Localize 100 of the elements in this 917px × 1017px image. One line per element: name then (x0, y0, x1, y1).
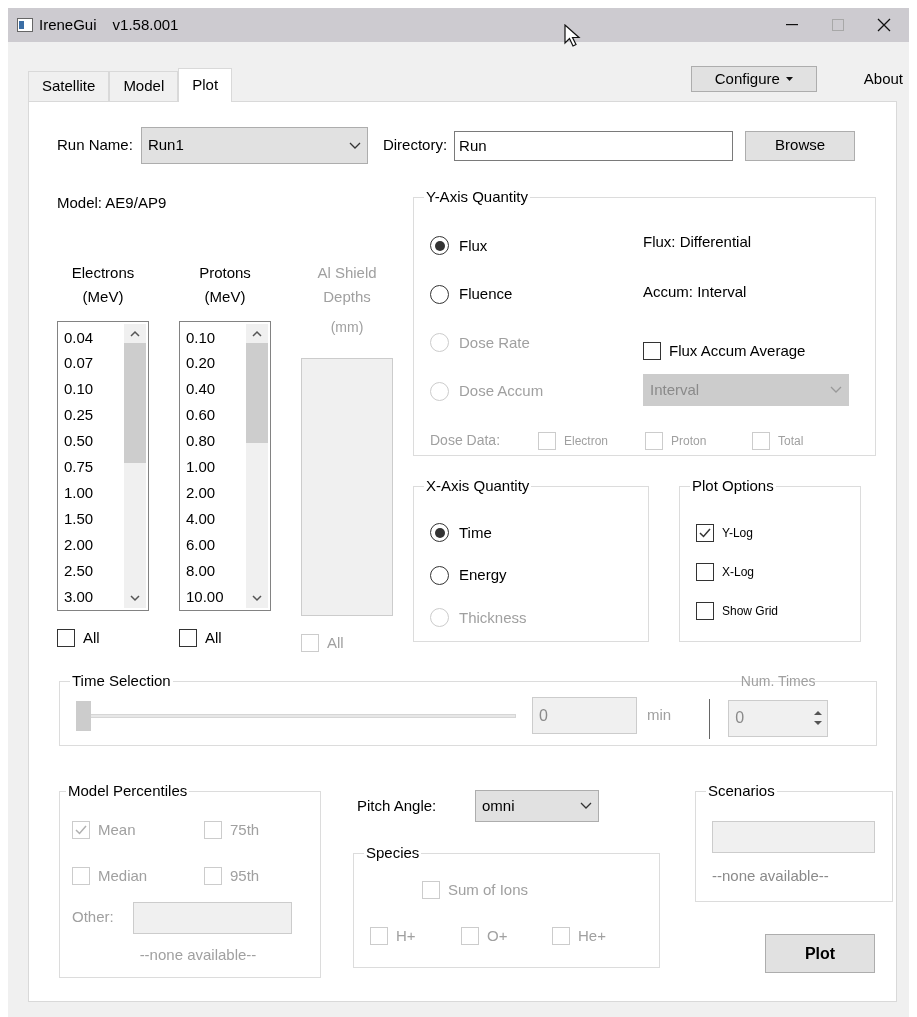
tab[interactable]: Model (109, 71, 179, 101)
list-item[interactable]: 1.50 (64, 505, 122, 532)
directory-label: Directory: (382, 135, 448, 156)
radio-label[interactable]: Energy (459, 564, 507, 587)
list-heading: Electrons (71, 262, 135, 283)
tab[interactable]: Satellite (28, 71, 110, 101)
list-item[interactable]: 2.00 (186, 479, 244, 506)
group-title: Model Percentiles (67, 781, 189, 801)
radio-button[interactable] (430, 565, 449, 585)
version-label: v1.58.001 (112, 14, 179, 35)
other-label: Other: (72, 907, 115, 928)
none-available-note: --none available-- (139, 944, 257, 965)
run-name-label: Run Name: (57, 135, 133, 156)
checkbox-label[interactable]: Flux Accum Average (669, 339, 806, 362)
list-item[interactable]: 0.10 (186, 324, 244, 351)
group-title: X-Axis Quantity (425, 476, 531, 496)
checkbox-label[interactable]: Y-Log (722, 523, 753, 542)
checkbox-label[interactable]: X-Log (722, 562, 755, 581)
list-item[interactable]: 0.60 (186, 402, 244, 429)
none-available-note: --none available-- (712, 865, 830, 886)
list-item[interactable]: 0.25 (64, 402, 122, 429)
time-unit: min (647, 705, 672, 726)
maximize-icon (832, 19, 844, 31)
list-item[interactable]: 4.00 (186, 505, 244, 532)
list-item[interactable]: 6.00 (186, 531, 244, 558)
checkbox[interactable] (643, 341, 661, 360)
scrollbar[interactable] (246, 323, 268, 608)
group-title: Plot Options (691, 476, 775, 496)
window-title: IreneGui (39, 14, 97, 35)
list-item[interactable]: 10.00 (186, 583, 244, 610)
pitch-angle-dropdown[interactable]: omni (475, 790, 599, 822)
list-item[interactable]: 8.00 (186, 557, 244, 584)
list-heading: (MeV) (204, 286, 246, 307)
scroll-up-icon[interactable] (130, 329, 140, 337)
list-heading: (MeV) (82, 286, 124, 307)
scroll-up-icon[interactable] (252, 329, 262, 337)
configure-button[interactable]: Configure (690, 66, 817, 92)
dose-data-label: Dose Data: (430, 431, 502, 450)
caret-down-icon (785, 77, 793, 81)
list-item[interactable]: 0.50 (64, 428, 122, 455)
list-item[interactable]: 0.80 (186, 428, 244, 455)
accum-info: Accum: Interval (643, 282, 748, 302)
pitch-angle-label: Pitch Angle: (357, 795, 438, 816)
chevron-down-icon (348, 141, 361, 150)
list-heading: Depths (323, 286, 371, 307)
num-times-label: Num. Times (740, 671, 816, 691)
checkbox-label[interactable]: All (83, 626, 100, 649)
list-item[interactable]: 0.07 (64, 350, 122, 377)
list-heading: Al Shield (317, 262, 377, 283)
close-icon (877, 18, 891, 32)
list-item[interactable]: 0.10 (64, 376, 122, 403)
checkbox[interactable] (696, 523, 714, 542)
time-slider[interactable] (76, 700, 516, 731)
list-item[interactable]: 1.00 (186, 454, 244, 480)
radio-label[interactable]: Fluence (459, 283, 513, 306)
plot-button[interactable]: Plot (765, 934, 875, 973)
checkbox[interactable] (696, 562, 714, 581)
list-item[interactable]: 2.00 (64, 531, 122, 558)
spin-down-icon[interactable] (813, 720, 824, 726)
checkbox-label[interactable]: All (205, 626, 222, 649)
radio-button[interactable] (430, 523, 449, 543)
group-title: Scenarios (707, 781, 776, 801)
energy-listbox[interactable]: 0.04 0.07 0.10 0.25 0.50 0.75 1.00 1.50 2.00 2.50 3.00 (57, 320, 149, 611)
scrollbar-thumb[interactable] (124, 342, 146, 463)
flux-info: Flux: Differential (643, 231, 753, 252)
list-item[interactable]: 0.40 (186, 376, 244, 403)
scenarios-listbox[interactable] (712, 820, 875, 853)
model-label: Model: AE9/AP9 (57, 193, 168, 213)
about-link[interactable]: About (863, 67, 903, 90)
scrollbar[interactable] (124, 323, 146, 608)
group-title: Time Selection (71, 671, 172, 691)
checkbox-label[interactable]: Show Grid (722, 601, 779, 620)
checkbox[interactable] (696, 601, 714, 620)
list-item[interactable]: 0.04 (64, 324, 122, 351)
checkbox[interactable] (57, 628, 75, 647)
radio-button[interactable] (430, 284, 449, 304)
spin-up-icon[interactable] (813, 710, 824, 716)
scroll-down-icon[interactable] (130, 594, 140, 602)
checkbox[interactable] (179, 628, 197, 647)
tab[interactable]: Plot (178, 68, 233, 102)
scroll-down-icon[interactable] (252, 594, 262, 602)
radio-label[interactable]: Flux (459, 234, 488, 257)
energy-listbox[interactable]: 0.10 0.20 0.40 0.60 0.80 1.00 2.00 4.00 6.00 8.00 10.00 (179, 320, 271, 611)
list-item[interactable]: 2.50 (64, 557, 122, 584)
radio-button[interactable] (430, 236, 449, 256)
directory-field[interactable]: Run (454, 130, 734, 161)
list-item[interactable]: 0.20 (186, 350, 244, 377)
browse-button[interactable]: Browse (745, 130, 856, 161)
chevron-down-icon (830, 386, 842, 394)
list-heading: Protons (199, 262, 251, 283)
list-unit: (mm) (329, 317, 365, 337)
list-item[interactable]: 3.00 (64, 583, 122, 610)
list-item[interactable]: 0.75 (64, 454, 122, 480)
list-item[interactable]: 1.00 (64, 479, 122, 506)
minimize-icon (786, 24, 798, 26)
scrollbar-thumb[interactable] (246, 342, 268, 443)
run-name-dropdown[interactable]: Run1 (140, 127, 368, 164)
radio-label[interactable]: Time (459, 521, 492, 544)
other-field[interactable] (133, 901, 292, 934)
chevron-down-icon (580, 802, 592, 810)
